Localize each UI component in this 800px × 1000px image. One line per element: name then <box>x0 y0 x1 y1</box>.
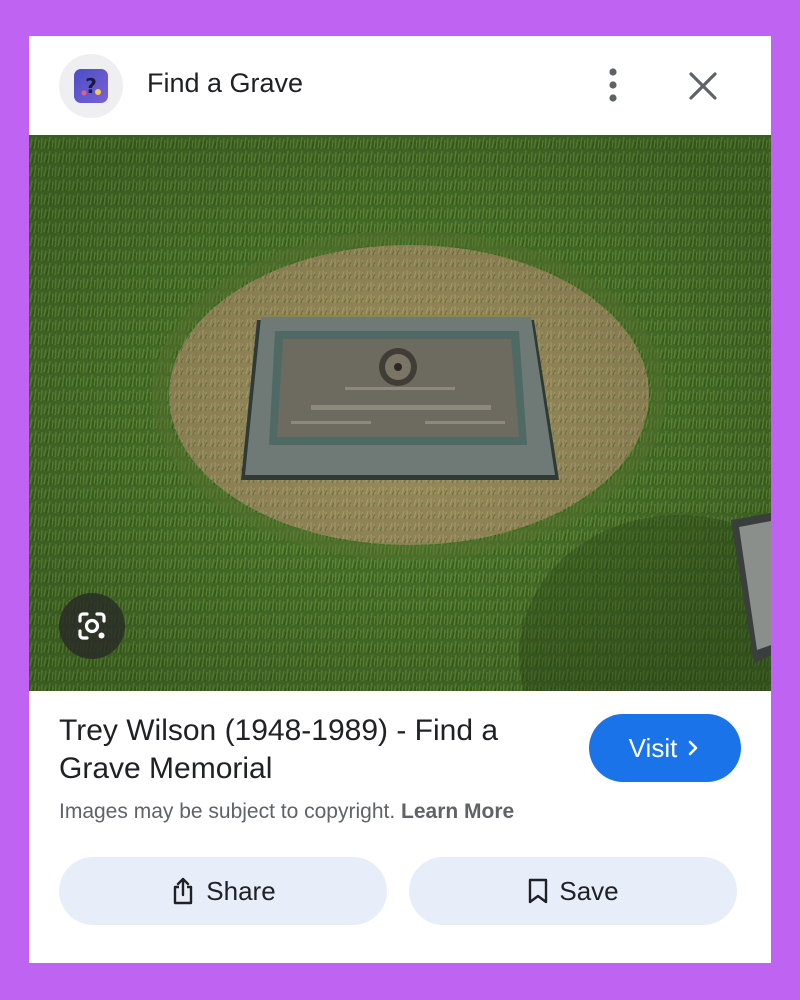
bookmark-icon <box>529 878 548 904</box>
close-button[interactable] <box>681 64 725 108</box>
grave-photo[interactable] <box>29 135 771 691</box>
lens-search-button[interactable] <box>59 593 125 659</box>
close-icon <box>689 72 717 100</box>
learn-more-link[interactable]: Learn More <box>401 800 514 823</box>
svg-text:?: ? <box>85 74 97 98</box>
copyright-notice: Images may be subject to copyright. Lear… <box>59 800 514 824</box>
grave-marker-image <box>29 135 771 691</box>
more-vertical-icon <box>609 68 617 102</box>
share-icon <box>174 877 193 905</box>
find-a-grave-logo-icon: ? <box>74 69 108 103</box>
save-button[interactable]: Save <box>409 857 737 925</box>
site-name[interactable]: Find a Grave <box>147 68 303 99</box>
chevron-right-icon <box>689 740 698 756</box>
save-label: Save <box>559 875 619 906</box>
google-lens-icon <box>78 612 106 640</box>
share-label: Share <box>206 875 276 906</box>
panel-header: ? Find a Grave <box>29 36 771 135</box>
copyright-text: Images may be subject to copyright. <box>59 800 396 823</box>
result-title[interactable]: Trey Wilson (1948-1989) - Find a Grave M… <box>59 712 559 788</box>
more-options-button[interactable] <box>597 64 629 106</box>
visit-label: Visit <box>628 732 678 763</box>
site-favicon: ? <box>59 54 123 118</box>
visit-button[interactable]: Visit <box>589 714 741 782</box>
image-result-panel: ? Find a Grave Trey Wilson (1948-1989) -… <box>29 36 771 963</box>
share-button[interactable]: Share <box>59 857 387 925</box>
